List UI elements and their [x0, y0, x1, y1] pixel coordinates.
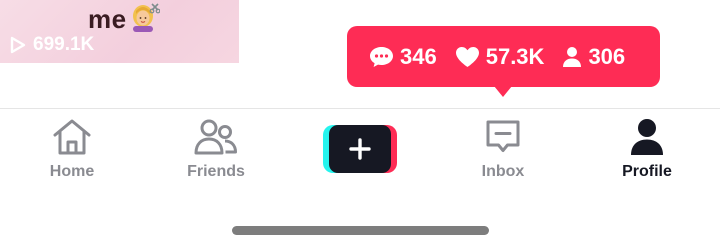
followers-stat: 306: [562, 44, 625, 70]
home-indicator-bar: [232, 226, 489, 235]
video-thumbnail[interactable]: me 699.1K: [0, 0, 239, 63]
tab-profile[interactable]: Profile: [592, 117, 702, 181]
view-count-value: 699.1K: [33, 34, 95, 55]
tab-profile-label: Profile: [622, 163, 672, 180]
activity-stats-bubble[interactable]: 346 57.3K 306: [347, 26, 660, 97]
bottom-tab-bar: Home Friends Inbox Profile: [0, 109, 720, 199]
comment-icon: [370, 46, 393, 67]
create-button-core: [329, 125, 391, 173]
likes-stat: 57.3K: [455, 43, 545, 70]
tab-friends[interactable]: Friends: [161, 117, 271, 181]
person-icon: [563, 46, 582, 67]
likes-count: 57.3K: [485, 43, 545, 69]
play-icon: [10, 36, 26, 54]
heart-icon: [455, 46, 479, 67]
home-icon: [52, 117, 92, 157]
followers-count: 306: [588, 43, 626, 69]
inbox-icon: [484, 117, 522, 157]
video-caption: me: [88, 4, 127, 34]
screen: me 699.1K 346 57.3K 306 Home Friends Inb…: [0, 0, 720, 248]
view-count: 699.1K: [10, 34, 94, 56]
friends-icon: [194, 117, 238, 157]
comments-count: 346: [400, 43, 437, 69]
profile-icon: [630, 117, 664, 157]
tab-home[interactable]: Home: [17, 117, 127, 181]
comments-stat: 346: [369, 44, 437, 70]
tab-home-label: Home: [49, 163, 95, 180]
tab-inbox-label: Inbox: [481, 163, 525, 180]
create-button[interactable]: [323, 125, 397, 173]
tab-inbox[interactable]: Inbox: [448, 117, 558, 181]
tab-friends-label: Friends: [187, 163, 245, 180]
plus-icon: [349, 138, 371, 160]
woman-getting-haircut-emoji: [133, 3, 160, 32]
